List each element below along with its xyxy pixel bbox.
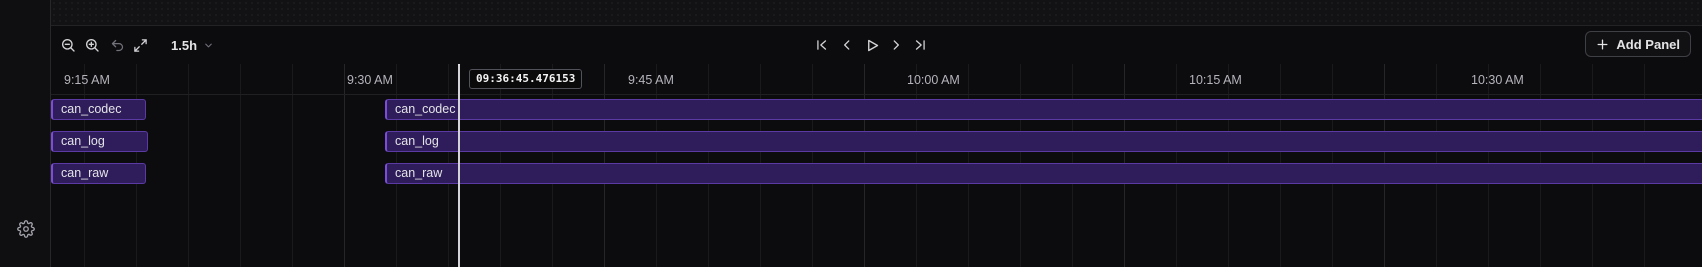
chevron-down-icon [203, 40, 214, 51]
tick-label: 10:15 AM [1189, 73, 1242, 87]
track-segment[interactable]: can_codec [51, 99, 146, 120]
playhead-handle[interactable] [455, 64, 463, 66]
skip-to-end-icon[interactable] [909, 34, 931, 56]
timeline-toolbar: 1.5h Add Panel [51, 26, 1702, 64]
playhead-time-tooltip: 09:36:45.476153 [469, 69, 583, 89]
tick-label: 9:15 AM [64, 73, 110, 87]
zoom-out-icon[interactable] [57, 34, 79, 56]
track-segment[interactable]: can_raw [385, 163, 1702, 184]
left-sidebar [0, 0, 51, 267]
tick-label: 10:30 AM [1471, 73, 1524, 87]
time-axis: 9:15 AM 9:30 AM 9:45 AM 10:00 AM 10:15 A… [51, 64, 1702, 95]
playhead-line[interactable] [458, 64, 460, 267]
track-segment[interactable]: can_raw [51, 163, 146, 184]
step-back-icon[interactable] [836, 34, 858, 56]
tick-label: 10:00 AM [907, 73, 960, 87]
add-panel-button[interactable]: Add Panel [1585, 31, 1691, 57]
track-segment[interactable]: can_log [385, 131, 1702, 152]
zoom-in-icon[interactable] [81, 34, 103, 56]
undo-icon[interactable] [106, 34, 128, 56]
settings-gear-icon[interactable] [15, 218, 37, 240]
skip-to-start-icon[interactable] [811, 34, 833, 56]
time-range-label: 1.5h [171, 37, 198, 53]
time-range-select[interactable]: 1.5h [171, 34, 214, 56]
track-segment[interactable]: can_log [51, 131, 148, 152]
tick-label: 9:30 AM [347, 73, 393, 87]
track-segment[interactable]: can_codec [385, 99, 1702, 120]
plus-icon [1596, 38, 1609, 51]
expand-icon[interactable] [129, 34, 151, 56]
panel-area [51, 0, 1702, 26]
add-panel-label: Add Panel [1616, 36, 1680, 52]
timeline[interactable]: 9:15 AM 9:30 AM 9:45 AM 10:00 AM 10:15 A… [51, 64, 1702, 267]
tick-label: 9:45 AM [628, 73, 674, 87]
play-icon[interactable] [861, 34, 883, 56]
step-forward-icon[interactable] [885, 34, 907, 56]
